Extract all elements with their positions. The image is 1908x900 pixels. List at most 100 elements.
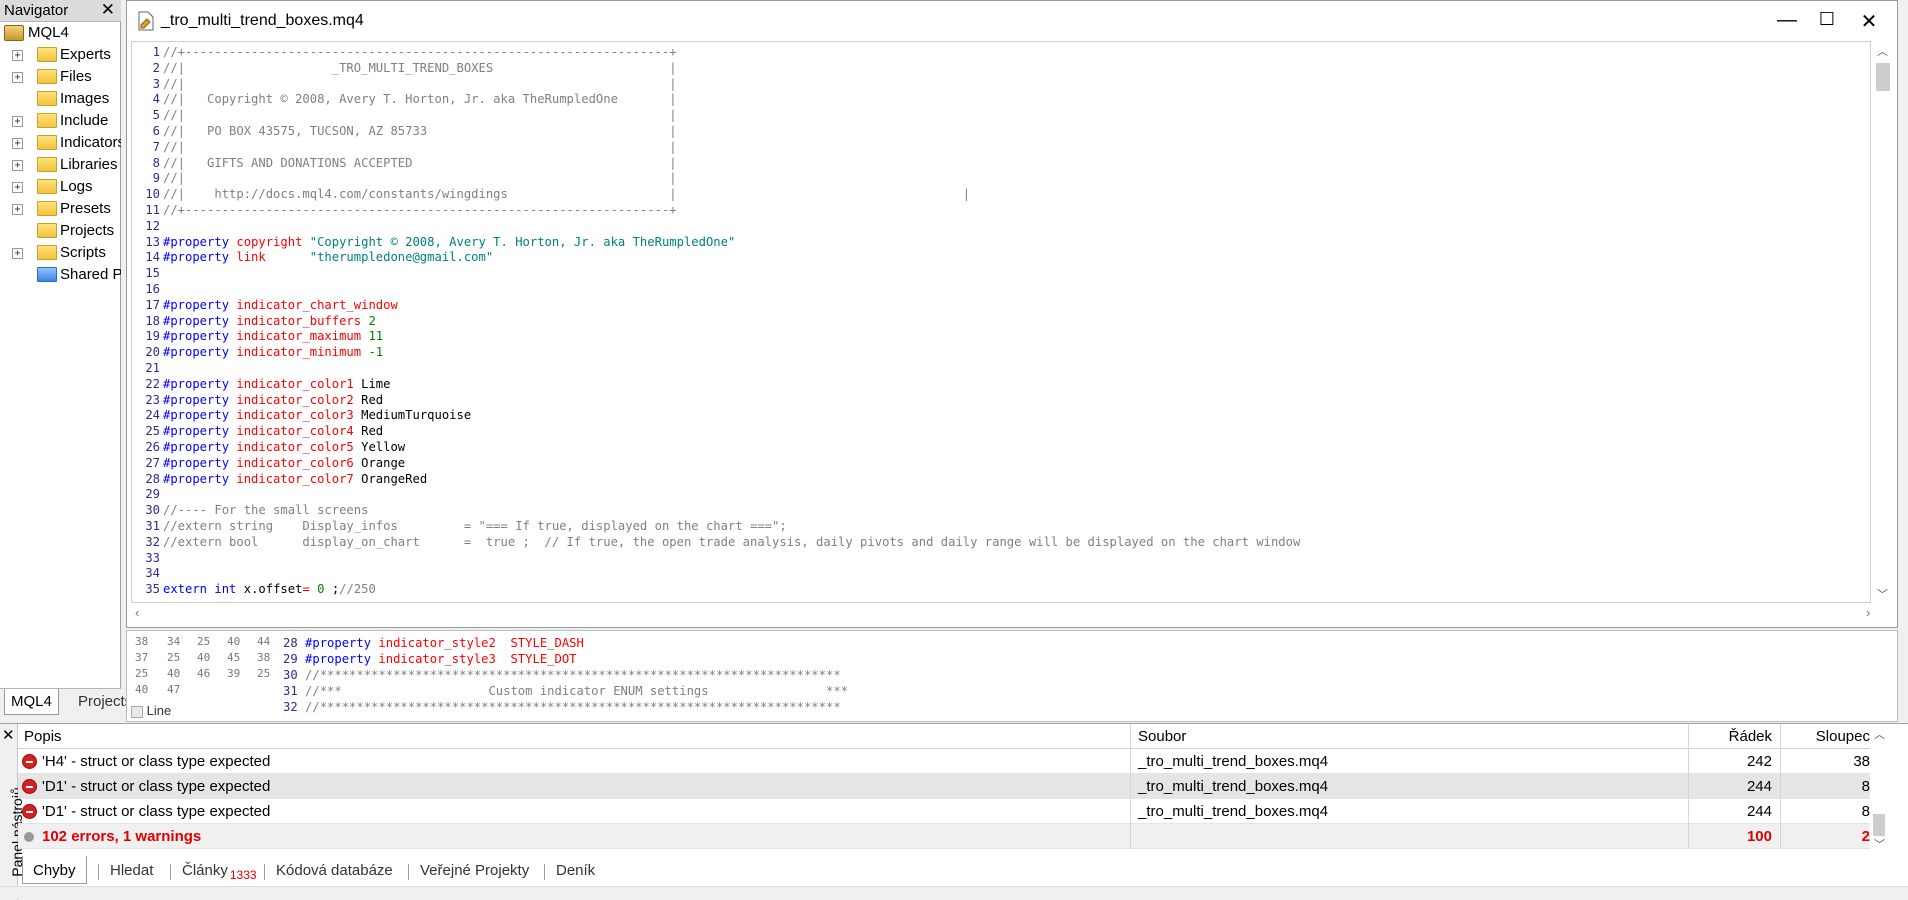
scroll-thumb[interactable] xyxy=(1876,63,1890,91)
table-row[interactable]: 'H4' - struct or class type expected _tro… xyxy=(18,749,1888,774)
tab-chyby[interactable]: Chyby xyxy=(22,856,87,884)
summary-row[interactable]: 102 errors, 1 warnings 100 2 xyxy=(18,824,1888,849)
maximize-button[interactable]: ☐ xyxy=(1807,9,1847,35)
tree-item-indicators[interactable]: + Indicators xyxy=(0,132,121,154)
code-text: //extern bool display_on_chart = true ; … xyxy=(163,534,1300,550)
expand-icon[interactable]: + xyxy=(12,182,23,193)
navigator-panel: Navigator ✕ MQL4 + Experts + Files Images + In… xyxy=(0,0,132,715)
code-token: //| | xyxy=(163,108,677,123)
tab-články[interactable]: Články 1333 xyxy=(172,856,267,884)
error-icon xyxy=(22,754,37,769)
scroll-down-icon[interactable]: ﹀ xyxy=(1874,836,1885,852)
tree-item-logs[interactable]: + Logs xyxy=(0,176,121,198)
background-editor-tab[interactable]: Line xyxy=(131,703,183,721)
line-number: 28 xyxy=(145,471,160,486)
code-token: #property xyxy=(163,455,237,470)
tree-item-projects[interactable]: Projects xyxy=(0,220,121,242)
code-line: 25 #property indicator_color4 Red xyxy=(132,423,1870,439)
header-description[interactable]: Popis xyxy=(24,728,62,745)
column-separator xyxy=(1780,724,1781,749)
mql4-root-icon xyxy=(4,25,24,41)
side-line-number: 38 xyxy=(257,651,271,664)
scroll-up-icon[interactable]: ︿ xyxy=(1874,726,1885,742)
expand-icon[interactable]: + xyxy=(12,138,23,149)
toolbox-tabs: Chyby Hledat Články 1333 Kódová databáze Veře… xyxy=(18,856,1888,886)
scroll-down-icon[interactable]: ﹀ xyxy=(1877,586,1888,602)
background-editor[interactable]: 38 34 25 40 44 37 25 40 45 38 25 40 46 39 25 40 47 28 #p… xyxy=(126,630,1898,722)
expand-icon[interactable]: + xyxy=(12,160,23,171)
tab-kódová-databáze[interactable]: Kódová databáze xyxy=(266,856,403,884)
tab-veřejné-projekty[interactable]: Veřejné Projekty xyxy=(410,856,539,884)
scroll-left-icon[interactable]: ‹ xyxy=(135,605,139,620)
tree-item-mql4-root[interactable]: MQL4 xyxy=(0,22,121,44)
editor-horizontal-scrollbar[interactable]: ‹ › xyxy=(131,603,1895,625)
error-line: 244 xyxy=(1746,803,1772,820)
tree-item-libraries[interactable]: + Libraries xyxy=(0,154,121,176)
code-text: //| | xyxy=(163,107,677,123)
column-separator xyxy=(1130,824,1131,849)
expand-icon[interactable]: + xyxy=(12,116,23,127)
line-number: 13 xyxy=(145,234,160,249)
tab-label: Deník xyxy=(556,862,596,879)
tab-hledat[interactable]: Hledat xyxy=(100,856,163,884)
code-line: 17 #property indicator_chart_window xyxy=(132,297,1870,313)
code-token: Yellow xyxy=(361,440,406,454)
table-row[interactable]: 'D1' - struct or class type expected _tro… xyxy=(18,774,1888,799)
folder-icon xyxy=(37,179,57,194)
line-number: 19 xyxy=(145,329,160,344)
editor-vertical-scrollbar[interactable]: ︿ ﹀ xyxy=(1871,41,1895,603)
minimize-button[interactable]: — xyxy=(1767,9,1807,35)
side-line-number: 45 xyxy=(227,651,241,664)
code-token: "therumpledone@gmail.com" xyxy=(309,250,494,265)
code-editor[interactable]: 1//+------------------------------------… xyxy=(131,41,1871,603)
tab-label: Chyby xyxy=(33,862,76,879)
side-line-number: 34 xyxy=(167,635,181,648)
tree-item-label: Indicators xyxy=(60,134,121,151)
code-token: -1 xyxy=(368,345,384,360)
tab-deník[interactable]: Deník xyxy=(546,856,605,884)
tree-item-files[interactable]: + Files xyxy=(0,66,121,88)
code-line: 8//| GIFTS AND DONATIONS ACCEPTED | xyxy=(132,155,1870,171)
toolbox-vertical-scrollbar[interactable]: ︿ ﹀ xyxy=(1870,724,1888,852)
expand-icon[interactable]: + xyxy=(12,72,23,83)
folder-icon xyxy=(37,201,57,216)
table-row[interactable]: 'D1' - struct or class type expected _tro… xyxy=(18,799,1888,824)
scroll-right-icon[interactable]: › xyxy=(1866,605,1870,620)
editor-title-bar[interactable]: _tro_multi_trend_boxes.mq4 — ☐ ✕ xyxy=(127,1,1897,41)
code-text: #property link "therumpledone@gmail.com" xyxy=(163,249,493,265)
tree-item-shared-projects[interactable]: Shared Projects xyxy=(0,264,121,286)
code-text: #property indicator_color7 OrangeRed xyxy=(163,471,427,487)
column-separator xyxy=(1130,749,1131,774)
tree-item-include[interactable]: + Include xyxy=(0,110,121,132)
line-number: 20 xyxy=(145,345,160,360)
expand-icon[interactable]: + xyxy=(12,248,23,259)
tree-item-experts[interactable]: + Experts xyxy=(0,44,121,66)
tree-item-scripts[interactable]: + Scripts xyxy=(0,242,121,264)
code-token: #property xyxy=(163,313,237,328)
close-button[interactable]: ✕ xyxy=(1849,9,1889,35)
side-line-number: 39 xyxy=(227,667,241,680)
folder-icon xyxy=(37,157,57,172)
tree-item-presets[interactable]: + Presets xyxy=(0,198,121,220)
scroll-thumb[interactable] xyxy=(1873,814,1885,836)
code-line: 12 xyxy=(132,218,1870,234)
tree-item-images[interactable]: Images xyxy=(0,88,121,110)
code-token: indicator_color2 xyxy=(236,392,362,407)
tab-label: Články xyxy=(182,862,228,879)
header-column[interactable]: Sloupec xyxy=(1784,728,1870,745)
header-file[interactable]: Soubor xyxy=(1138,728,1186,745)
expand-icon[interactable]: + xyxy=(12,50,23,61)
editor-window: _tro_multi_trend_boxes.mq4 — ☐ ✕ 1//+---… xyxy=(126,0,1898,628)
code-line: 35 extern int x.offset= 0 ;//250 xyxy=(132,581,1870,597)
error-description: 'H4' - struct or class type expected xyxy=(42,753,271,770)
scroll-up-icon[interactable]: ︿ xyxy=(1877,43,1888,59)
navigator-close-icon[interactable]: ✕ xyxy=(101,0,115,20)
expand-icon[interactable]: + xyxy=(12,204,23,215)
header-line[interactable]: Řádek xyxy=(1694,728,1772,745)
code-token: 11 xyxy=(368,329,384,344)
code-text: //+-------------------------------------… xyxy=(163,202,677,218)
toolbox-close-icon[interactable]: ✕ xyxy=(2,726,15,744)
table-header: Popis Soubor Řádek Sloupec xyxy=(18,724,1888,749)
tab-mql4[interactable]: MQL4 xyxy=(4,689,59,715)
tab-separator xyxy=(408,864,409,880)
